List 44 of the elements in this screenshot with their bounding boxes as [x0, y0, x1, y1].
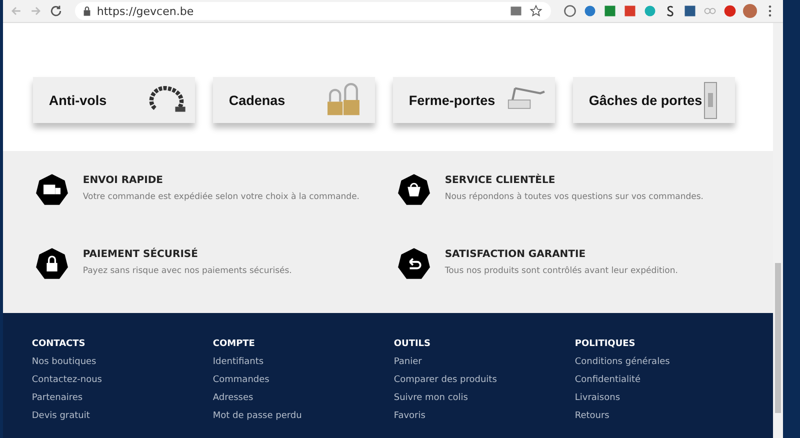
reload-icon[interactable]	[48, 4, 63, 18]
footer-link[interactable]: Devis gratuit	[32, 411, 213, 421]
category-card[interactable]: Anti-vols	[32, 77, 195, 123]
footer-heading: CONTACTS	[32, 339, 86, 349]
footer-link[interactable]: Suivre mon colis	[394, 393, 575, 403]
address-bar[interactable]: https://gevcen.be	[74, 2, 551, 20]
feature-description: Payez sans risque avec nos paiements sécurisés.	[82, 266, 292, 276]
feature-description: Nous répondons à toutes vos questions sur vos commandes.	[444, 192, 704, 202]
footer-link[interactable]: Nos boutiques	[32, 357, 213, 367]
profile-avatar[interactable]	[742, 4, 757, 18]
footer-heading: POLITIQUES	[574, 339, 636, 349]
category-card[interactable]: Gâches de portes	[572, 77, 735, 123]
feature-title: SATISFACTION GARANTIE	[444, 249, 587, 260]
footer-heading: COMPTE	[212, 339, 256, 349]
footer-link[interactable]: Mot de passe perdu	[212, 411, 394, 421]
footer-link[interactable]: Contactez-nous	[32, 375, 213, 385]
feature-title: PAIEMENT SÉCURISÉ	[82, 249, 199, 260]
feature-title: SERVICE CLIENTÈLE	[444, 175, 556, 186]
footer-link[interactable]: Identifiants	[212, 357, 394, 367]
lock-icon	[82, 6, 91, 16]
door-strike-icon	[704, 82, 717, 118]
feature-description: Tous nos produits sont contrôlés avant leur expédition.	[444, 266, 678, 276]
category-card[interactable]: Cadenas	[212, 77, 375, 123]
footer-link[interactable]: Partenaires	[32, 393, 213, 403]
star-icon[interactable]	[528, 4, 543, 18]
scrollbar[interactable]	[772, 23, 783, 438]
lock-icon	[34, 247, 69, 281]
footer-link[interactable]: Favoris	[394, 411, 575, 421]
footer-link[interactable]: Commandes	[212, 375, 394, 385]
url-text: https://gevcen.be	[96, 4, 194, 18]
footer-link[interactable]: Conditions générales	[574, 357, 756, 367]
return-arrow-icon	[396, 247, 431, 281]
feature-title: ENVOI RAPIDE	[82, 175, 164, 186]
footer-link[interactable]: Confidentialité	[574, 375, 756, 385]
feature-description: Votre commande est expédiée selon votre choix à la commande.	[82, 192, 360, 202]
footer-heading: OUTILS	[394, 339, 432, 349]
truck-icon	[34, 173, 69, 207]
footer-link[interactable]: Comparer des produits	[394, 375, 575, 385]
footer-link[interactable]: Livraisons	[574, 393, 756, 403]
category-card[interactable]: Ferme-portes	[392, 77, 555, 123]
footer-link[interactable]: Panier	[394, 357, 575, 367]
footer-link[interactable]: Retours	[574, 411, 756, 421]
shopping-bag-icon	[396, 173, 431, 207]
footer-link[interactable]: Adresses	[212, 393, 394, 403]
